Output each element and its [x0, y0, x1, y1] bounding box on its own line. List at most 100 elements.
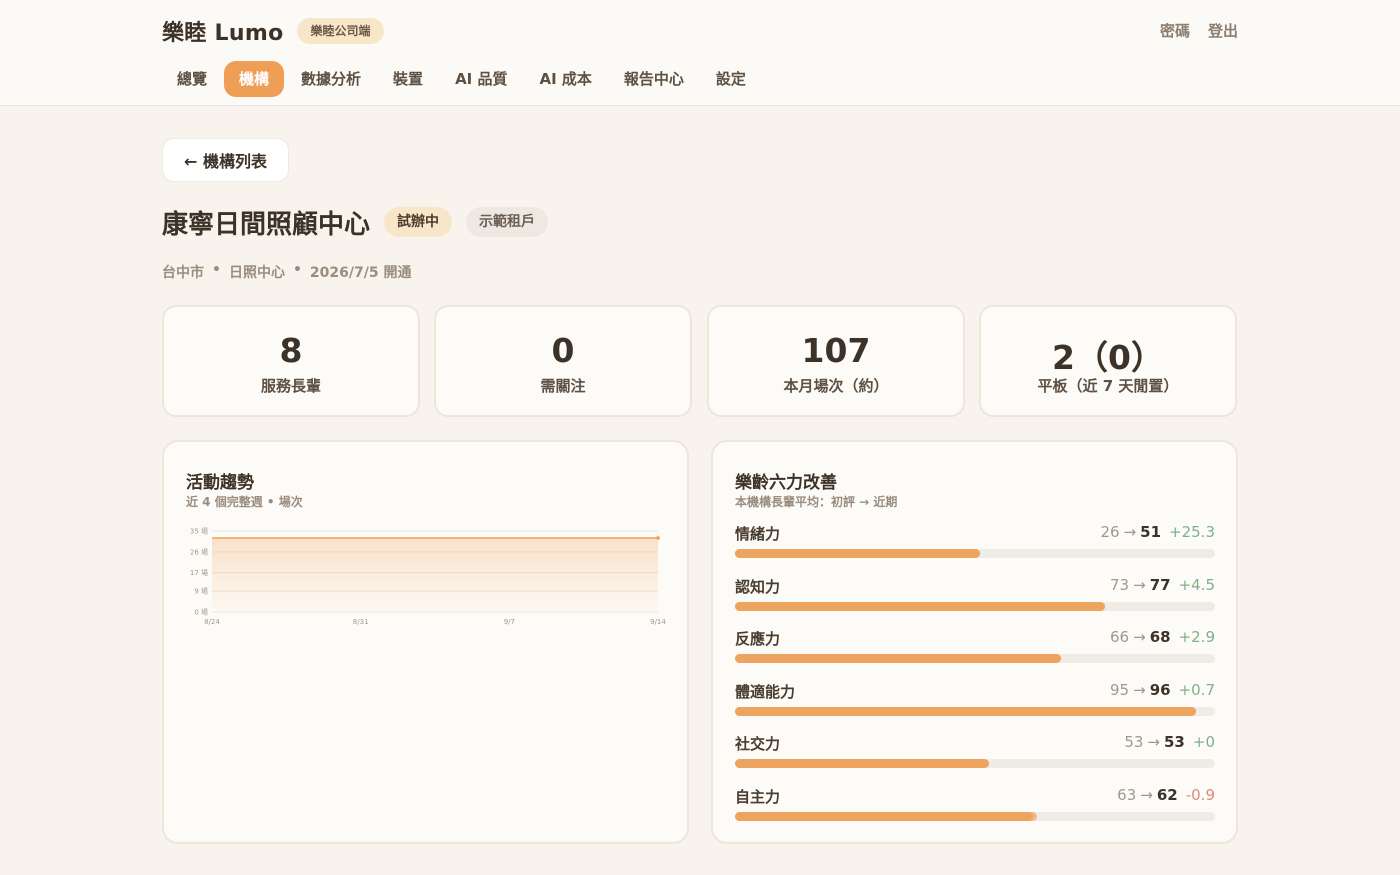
ability-row: 情緒力 26 → 51 +25.3 [735, 523, 1215, 563]
top-header: 樂睦 Lumo 樂睦公司端 密碼 登出 總覽 機構 數據分析 裝置 AI 品質 … [0, 0, 1400, 106]
score-recent: 77 [1149, 575, 1171, 594]
stat-card-sessions: 107 本月場次（約） [707, 305, 965, 417]
stat-card-tablets: 2（0） 平板（近 7 天閒置） [979, 305, 1237, 417]
ability-row: 體適能力 95 → 96 +0.7 [735, 681, 1215, 721]
score-delta: +25.3 [1169, 523, 1215, 541]
back-to-org-list-button[interactable]: ← 機構列表 [162, 138, 289, 182]
ability-bar-fill [735, 706, 1196, 716]
tenant-badge: 示範租戶 [466, 207, 549, 237]
ability-name: 反應力 [735, 630, 781, 648]
score-initial: 66 [1110, 628, 1130, 646]
series-area [212, 537, 658, 612]
arrow-right-icon: → [1123, 523, 1137, 541]
ability-row: 認知力 73 → 77 +4.5 [735, 576, 1215, 616]
score-delta: +2.9 [1178, 628, 1215, 646]
abilities-panel: 樂齡六力改善 本機構長輩平均：初評 → 近期 情緒力 26 → 51 +25.3 認知力 7… [711, 440, 1238, 844]
arrow-right-icon: → [1147, 733, 1160, 751]
stat-value: 107 [801, 331, 871, 370]
tab-reports[interactable]: 報告中心 [609, 61, 699, 97]
ability-bar-track [735, 811, 1215, 821]
activity-chart: 35 場 26 場 17 場 9 場 0 場8/24 8/31 9/7 9/14 [190, 527, 667, 627]
ability-name: 社交力 [735, 735, 781, 753]
activity-title: 活動趨勢 [186, 473, 254, 493]
score-recent: 68 [1149, 628, 1171, 646]
x-tick-label: 9/14 [650, 618, 666, 626]
activity-subtitle: 近 4 個完整週 • 場次 [186, 495, 303, 509]
org-city: 台中市 [162, 265, 204, 281]
abilities-subtitle: 本機構長輩平均：初評 → 近期 [735, 495, 898, 509]
y-tick-label: 26 場 [190, 547, 208, 556]
score-recent: 62 [1156, 785, 1178, 804]
score-delta: -0.9 [1185, 785, 1215, 804]
ability-scores: 53 → 53 +0 [1124, 733, 1215, 751]
ability-name: 情緒力 [735, 525, 781, 543]
stat-label: 本月場次（約） [783, 377, 889, 395]
x-tick-label: 8/31 [353, 618, 369, 626]
ability-row: 自主力 63 → 62 -0.9 [735, 786, 1215, 826]
password-link[interactable]: 密碼 [1160, 20, 1190, 41]
ability-bar-fill [735, 759, 990, 768]
ability-name: 體適能力 [735, 682, 796, 701]
page-title: 康寧日間照顧中心 [162, 209, 371, 240]
score-delta: +0 [1192, 733, 1215, 751]
tab-overview[interactable]: 總覽 [162, 61, 222, 97]
ability-bar-track [735, 549, 1215, 558]
status-badge: 試辦中 [384, 207, 453, 237]
ability-scores: 26 → 51 +25.3 [1100, 523, 1215, 541]
activity-trend-panel: 活動趨勢 近 4 個完整週 • 場次 35 場 26 場 17 場 9 場 0 場 8/2… [162, 440, 689, 844]
score-initial: 73 [1110, 575, 1130, 594]
ability-row: 反應力 66 → 68 +2.9 [735, 628, 1215, 668]
tab-devices[interactable]: 裝置 [378, 61, 438, 97]
brand-badge: 樂睦公司端 [297, 18, 384, 44]
abilities-title: 樂齡六力改善 [735, 473, 837, 493]
ability-scores: 66 → 68 +2.9 [1110, 628, 1215, 646]
stat-value: 0 [551, 331, 575, 370]
tab-ai-quality[interactable]: AI 品質 [440, 61, 522, 97]
logout-link[interactable]: 登出 [1208, 20, 1238, 41]
arrow-right-icon: → [1133, 680, 1146, 699]
ability-bar-fill [735, 654, 1062, 663]
stat-label: 服務長輩 [260, 377, 321, 395]
score-recent: 51 [1140, 523, 1162, 541]
tab-ai-cost[interactable]: AI 成本 [524, 61, 606, 97]
data-point [656, 536, 660, 540]
score-initial: 26 [1100, 523, 1120, 541]
meta-separator: • [212, 262, 221, 278]
ability-bar-track [735, 706, 1215, 716]
score-delta: +0.7 [1178, 680, 1215, 699]
arrow-right-icon: → [1133, 628, 1146, 646]
stat-value: 8 [279, 331, 303, 370]
org-meta: 台中市 • 日照中心 • 2026/7/5 開通 [162, 262, 411, 282]
y-tick-label: 35 場 [190, 527, 208, 536]
arrow-right-icon: → [1140, 785, 1153, 804]
score-initial: 95 [1110, 680, 1130, 699]
meta-separator: • [292, 262, 302, 278]
tab-settings[interactable]: 設定 [701, 61, 761, 97]
ability-row: 社交力 53 → 53 +0 [735, 733, 1215, 773]
x-tick-label: 8/24 [204, 618, 220, 626]
org-type: 日照中心 [228, 265, 285, 281]
ability-name: 自主力 [735, 787, 781, 806]
ability-bar-track [735, 654, 1215, 663]
ability-bar-track [735, 601, 1215, 611]
org-title-row: 康寧日間照顧中心 試辦中 示範租戶 [162, 203, 549, 241]
arrow-right-icon: → [1133, 575, 1146, 594]
y-tick-label: 9 場 [194, 587, 208, 596]
score-initial: 63 [1117, 785, 1137, 804]
score-initial: 53 [1124, 733, 1144, 751]
ability-scores: 95 → 96 +0.7 [1110, 681, 1215, 699]
stat-card-attention: 0 需關注 [434, 305, 692, 417]
tab-organizations[interactable]: 機構 [224, 61, 285, 97]
ability-bar-fill [735, 601, 1105, 611]
ability-name: 認知力 [735, 577, 781, 596]
score-delta: +4.5 [1178, 575, 1215, 594]
ability-scores: 73 → 77 +4.5 [1110, 576, 1215, 594]
ability-scores: 63 → 62 -0.9 [1117, 786, 1215, 804]
stat-value: 2（0） [1052, 338, 1164, 377]
y-tick-label: 17 場 [190, 568, 208, 577]
header-links: 密碼 登出 [1160, 20, 1238, 41]
x-tick-label: 9/7 [504, 618, 515, 626]
brand-name[interactable]: 樂睦 Lumo [162, 15, 283, 47]
stat-label: 平板（近 7 天閒置） [1037, 377, 1179, 395]
tab-analytics[interactable]: 數據分析 [286, 61, 376, 97]
